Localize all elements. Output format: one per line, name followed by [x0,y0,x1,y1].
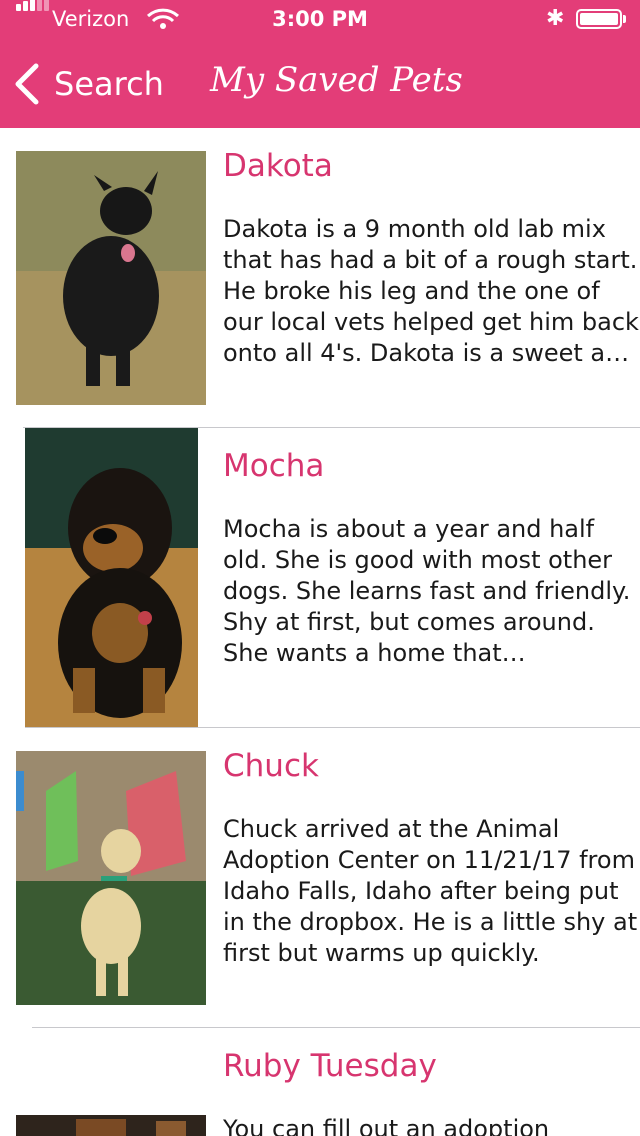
pet-name: Dakota [223,148,333,184]
pet-description: Mocha is about a year and half old. She … [223,515,631,667]
page-title: My Saved Pets [210,60,463,100]
pet-name: Ruby Tuesday [223,1048,437,1084]
pet-row-mocha[interactable]: Mocha Mocha is about a year and half old… [0,428,640,728]
back-button[interactable]: Search [12,60,164,108]
pet-row-ruby-tuesday[interactable]: Ruby Tuesday You can fill out an adoptio… [0,1028,640,1136]
back-label: Search [54,65,164,103]
pet-row-dakota[interactable]: Dakota Dakota is a 9 month old lab mix t… [0,128,640,428]
battery-tip [623,15,626,23]
pet-photo-mocha [25,428,198,727]
pet-name: Mocha [223,448,325,484]
pet-row-chuck[interactable]: Chuck Chuck arrived at the Animal Adopti… [0,728,640,1028]
pet-description: Dakota is a 9 month old lab mix that has… [223,215,639,367]
clock: 3:00 PM [272,7,368,31]
pet-photo-dakota [16,151,206,405]
status-bar: Verizon 3:00 PM ✱ [0,0,640,40]
bluetooth-icon: ✱ [546,6,565,31]
nav-bar: Verizon 3:00 PM ✱ Search My Saved Pets [0,0,640,128]
pet-description: Chuck arrived at the Animal Adoption Cen… [223,815,638,967]
pet-photo-chuck [16,751,206,1005]
pet-description: You can fill out an adoption [223,1115,550,1136]
battery-icon [576,9,622,29]
pet-photo-ruby-tuesday [16,1115,206,1136]
chevron-left-icon [15,63,39,105]
pet-name: Chuck [223,748,319,784]
